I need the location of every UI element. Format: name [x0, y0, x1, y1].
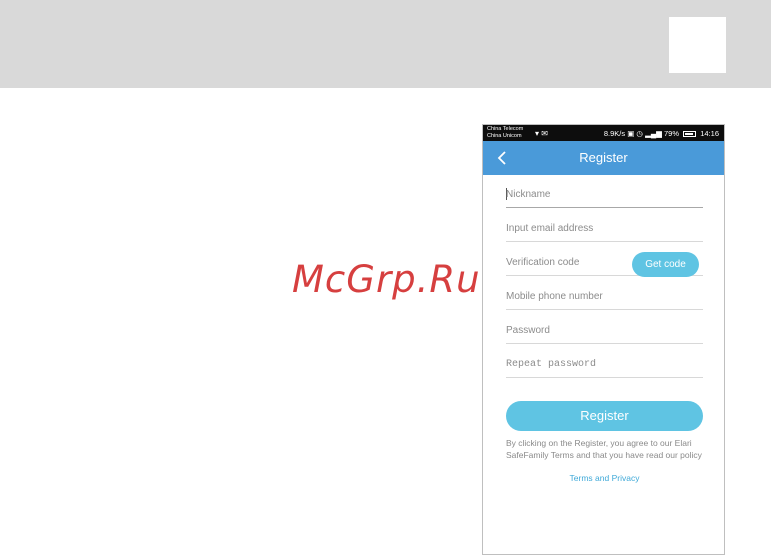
verification-field-row: Get code [506, 243, 703, 277]
verification-code-input[interactable] [506, 257, 626, 268]
agreement-text: By clicking on the Register, you agree t… [506, 438, 702, 460]
battery-icon [683, 131, 697, 138]
network-speed: 8.9K/s [603, 129, 626, 138]
carrier-info: China Telecom China Unicom [487, 126, 523, 140]
clock: 14:16 [700, 129, 719, 138]
battery-percent: 79% [664, 129, 680, 138]
repeat-password-field-row [506, 345, 703, 378]
repeat-password-input[interactable] [506, 359, 626, 370]
phone-input[interactable] [506, 291, 626, 302]
nickname-input[interactable] [506, 189, 626, 200]
password-input[interactable] [506, 325, 626, 336]
mail-icon: ✉ [541, 129, 548, 138]
phone-field-row [506, 277, 703, 310]
wifi-icon: ▾ [535, 129, 540, 138]
carrier-1: China Telecom [487, 126, 524, 132]
register-form: Get code [506, 175, 703, 379]
nickname-field-row [506, 175, 703, 208]
status-right: 8.9K/s ▣ ◷ ▂▄▆ 79% 14:16 [604, 129, 719, 138]
status-bar: China Telecom China Unicom ▾ ✉ 8.9K/s ▣ … [483, 125, 724, 141]
get-code-button[interactable]: Get code [632, 252, 699, 277]
signal-icon: ▂▄▆ [645, 129, 662, 138]
email-field-row [506, 209, 703, 242]
email-input[interactable] [506, 223, 626, 234]
app-bar: Register [483, 141, 724, 175]
carrier-2: China Unicom [487, 133, 522, 139]
password-field-row [506, 311, 703, 344]
top-band [0, 0, 771, 88]
phone-screen: China Telecom China Unicom ▾ ✉ 8.9K/s ▣ … [482, 124, 725, 555]
watermark: McGrp.Ru [292, 258, 481, 301]
status-icons-left: ▾ ✉ [535, 129, 548, 138]
alarm-icon: ◷ [636, 129, 643, 138]
terms-privacy-link[interactable]: Terms and Privacy [483, 473, 724, 483]
nfc-icon: ▣ [627, 129, 635, 138]
page-title: Register [579, 150, 628, 165]
page-number-box [669, 17, 726, 73]
register-button[interactable]: Register [506, 401, 703, 431]
